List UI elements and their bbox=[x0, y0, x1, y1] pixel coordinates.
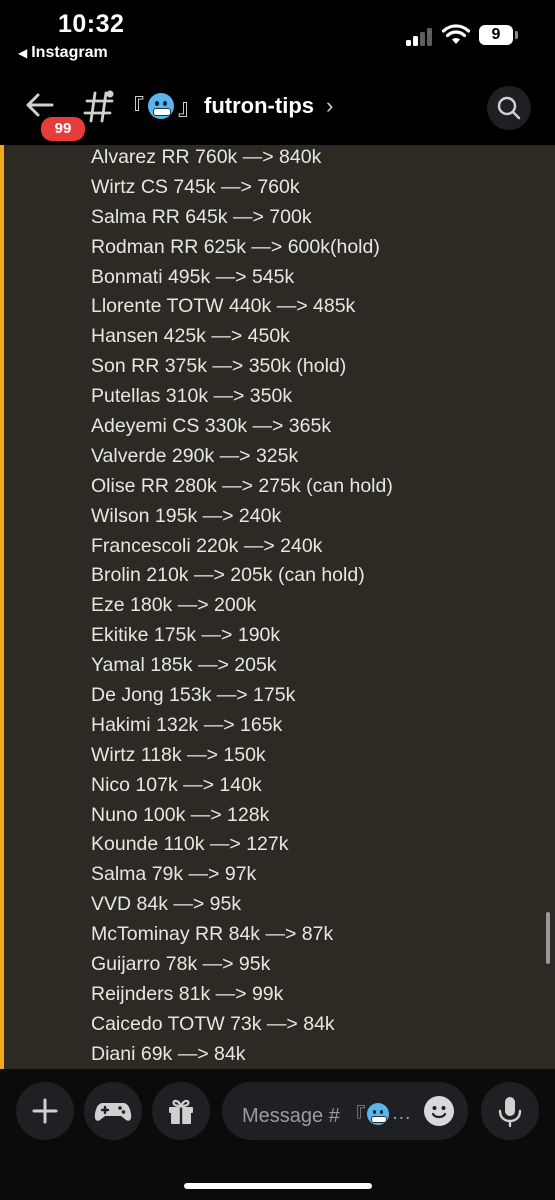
message-line: Nico 107k —> 140k bbox=[91, 773, 262, 796]
message-line: Son RR 375k —> 350k (hold) bbox=[91, 355, 347, 378]
scrollbar-thumb[interactable] bbox=[546, 912, 550, 964]
wifi-icon bbox=[442, 24, 470, 46]
search-button[interactable] bbox=[487, 86, 531, 130]
back-to-app-link[interactable]: ◀ Instagram bbox=[18, 44, 108, 62]
message-line: De Jong 153k —> 175k bbox=[91, 684, 296, 707]
message-line: McTominay RR 84k —> 87k bbox=[91, 923, 334, 946]
message-line: Caicedo TOTW 73k —> 84k bbox=[91, 1012, 335, 1035]
message-list[interactable]: Alvarez RR 760k —> 840k Wirtz CS 745k —>… bbox=[0, 145, 555, 1069]
channel-hash-icon bbox=[83, 90, 115, 124]
message-line: Salma RR 645k —> 700k bbox=[91, 205, 312, 228]
message-line: Wirtz CS 745k —> 760k bbox=[91, 175, 300, 198]
battery-indicator: 9 bbox=[479, 25, 513, 45]
title-bracket-open: 『 bbox=[122, 96, 145, 121]
back-triangle-icon: ◀ bbox=[18, 46, 28, 60]
cold-face-emoji-icon bbox=[148, 93, 175, 119]
message-line: Reijnders 81k —> 99k bbox=[91, 982, 284, 1005]
gift-icon bbox=[169, 1099, 193, 1124]
message-line: Francescoli 220k —> 240k bbox=[91, 534, 323, 557]
gift-button[interactable] bbox=[152, 1082, 210, 1140]
message-line: Hansen 425k —> 450k bbox=[91, 325, 290, 348]
home-indicator[interactable] bbox=[184, 1183, 372, 1189]
chevron-right-icon: › bbox=[326, 93, 334, 118]
status-bar: 10:32 ◀ Instagram 9 bbox=[0, 0, 555, 70]
message-line: Ekitike 175k —> 190k bbox=[91, 624, 281, 647]
message-line: Eze 180k —> 200k bbox=[91, 594, 257, 617]
plus-icon bbox=[32, 1098, 58, 1124]
activities-button[interactable] bbox=[84, 1082, 142, 1140]
emoji-smile-icon bbox=[431, 1106, 447, 1119]
placeholder-prefix: Message # 『 bbox=[242, 1105, 366, 1127]
message-line: Alvarez RR 760k —> 840k bbox=[91, 146, 322, 168]
message-line: Wirtz 118k —> 150k bbox=[91, 743, 266, 766]
channel-name: futron-tips bbox=[204, 93, 314, 118]
message-line: Diani 69k —> 84k bbox=[91, 1042, 246, 1065]
message-line: Valverde 290k —> 325k bbox=[91, 444, 299, 467]
voice-message-button[interactable] bbox=[481, 1082, 539, 1140]
emoji-picker-button[interactable] bbox=[424, 1096, 454, 1126]
message-line: Llorente TOTW 440k —> 485k bbox=[91, 295, 356, 318]
message-line: Salma 79k —> 97k bbox=[91, 863, 257, 886]
add-attachment-button[interactable] bbox=[16, 1082, 74, 1140]
message-line: Putellas 310k —> 350k bbox=[91, 385, 293, 408]
message-input[interactable]: Message # 『 … bbox=[222, 1082, 468, 1140]
message-body: Alvarez RR 760k —> 840k Wirtz CS 745k —>… bbox=[91, 145, 531, 1069]
message-line: Nuno 100k —> 128k bbox=[91, 803, 270, 826]
channel-title[interactable]: 『 』 futron-tips › bbox=[122, 90, 333, 122]
message-line: Hakimi 132k —> 165k bbox=[91, 713, 283, 736]
message-line: Wilson 195k —> 240k bbox=[91, 504, 282, 527]
message-composer: Message # 『 … bbox=[0, 1069, 555, 1200]
gamepad-icon bbox=[94, 1103, 132, 1121]
message-line: Kounde 110k —> 127k bbox=[91, 833, 289, 856]
cellular-signal-icon bbox=[406, 28, 434, 46]
status-time: 10:32 bbox=[58, 10, 125, 38]
message-placeholder: Message # 『 … bbox=[242, 1099, 411, 1128]
message-line: Rodman RR 625k —> 600k(hold) bbox=[91, 235, 380, 258]
message-line: Bonmati 495k —> 545k bbox=[91, 265, 295, 288]
channel-header: 99 『 』 futron-tips › bbox=[0, 70, 555, 145]
message-line: Yamal 185k —> 205k bbox=[91, 654, 277, 677]
unread-count-badge: 99 bbox=[38, 114, 88, 144]
message-line: Guijarro 78k —> 95k bbox=[91, 953, 271, 976]
mention-highlight-stripe bbox=[0, 145, 4, 1069]
cold-face-emoji-icon bbox=[367, 1102, 390, 1125]
search-icon bbox=[497, 96, 521, 120]
placeholder-suffix: … bbox=[391, 1102, 412, 1124]
battery-nub bbox=[515, 31, 518, 39]
title-bracket-close: 』 bbox=[178, 96, 201, 121]
back-app-label: Instagram bbox=[31, 44, 108, 61]
message-line: Adeyemi CS 330k —> 365k bbox=[91, 415, 332, 438]
message-line: Olise RR 280k —> 275k (can hold) bbox=[91, 474, 393, 497]
message-line: VVD 84k —> 95k bbox=[91, 893, 242, 916]
message-line: Brolin 210k —> 205k (can hold) bbox=[91, 564, 365, 587]
microphone-icon bbox=[498, 1097, 522, 1128]
